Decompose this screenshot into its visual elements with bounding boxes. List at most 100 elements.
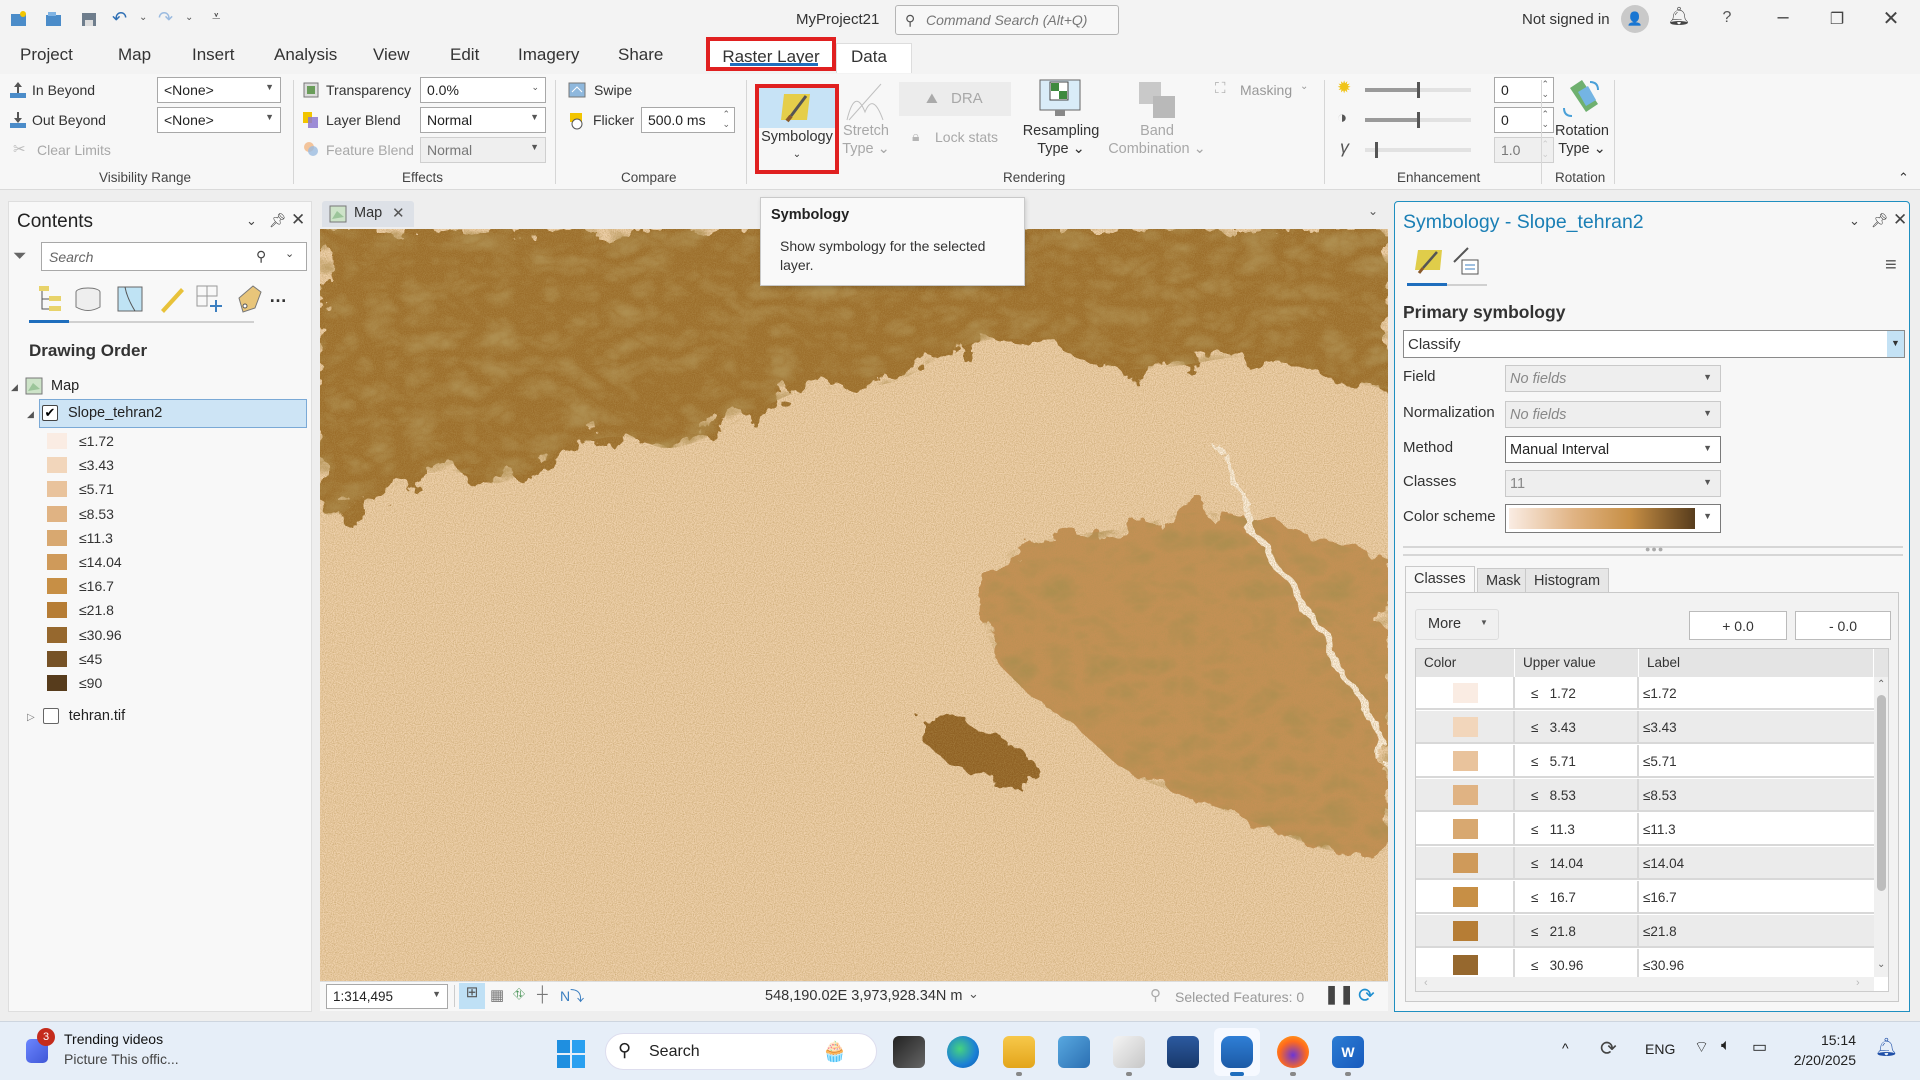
minimize-button[interactable]: – [1768,6,1798,29]
scroll-down-icon[interactable]: ⌄ [1877,959,1885,970]
list-by-snapping-icon[interactable] [195,284,225,314]
class-color-swatch[interactable] [1453,785,1478,805]
undo-icon[interactable]: ↶ [112,8,127,29]
gamma-slider[interactable] [1365,142,1471,158]
symbology-button[interactable]: Symbology ⌄ [755,84,839,174]
rotation-type-button[interactable]: Rotation Type ⌄ [1544,122,1620,158]
new-project-icon[interactable] [9,10,29,28]
method-combo[interactable]: Manual Interval ▼ [1505,436,1721,463]
swipe-button[interactable]: Swipe [594,82,632,98]
list-by-source-icon[interactable] [73,284,103,314]
feature-blend-combo[interactable]: Normal ▼ [420,137,546,163]
horizontal-scrollbar[interactable]: ‹ › [1416,977,1874,991]
hamburger-menu-icon[interactable]: ≡ [1885,254,1897,277]
legend-swatch[interactable] [47,505,67,522]
tab-classes[interactable]: Classes [1405,566,1475,593]
sign-in-status[interactable]: Not signed in [1522,11,1610,28]
contents-search-input[interactable]: Search ⚲ ⌄ [41,242,307,271]
class-label[interactable]: ≤3.43 [1639,711,1874,744]
class-label[interactable]: ≤5.71 [1639,745,1874,778]
legend-swatch[interactable] [47,457,67,474]
legend-swatch[interactable] [47,578,67,595]
user-avatar-icon[interactable]: 👤 [1621,5,1649,33]
class-row[interactable]: ≤ 16.7 ≤16.7 [1416,881,1874,914]
masking-button[interactable]: Masking [1240,82,1292,98]
tab-edit[interactable]: Edit [444,45,485,65]
class-color-cell[interactable] [1416,881,1515,914]
tab-map[interactable]: Map [112,45,157,65]
layer-blend-combo[interactable]: Normal ▼ [420,107,546,133]
class-upper-value[interactable]: ≤ 3.43 [1515,711,1639,744]
splitter-grip-icon[interactable]: ●●● [1645,544,1664,554]
class-color-cell[interactable] [1416,779,1515,812]
out-beyond-combo[interactable]: <None> ▼ [157,107,281,133]
scroll-left-icon[interactable]: ‹ [1424,977,1428,989]
brightness-input[interactable]: 0 ⌃ ⌄ [1494,77,1554,103]
out-beyond-label[interactable]: Out Beyond [32,112,106,128]
tab-histogram[interactable]: Histogram [1525,568,1610,593]
news-title[interactable]: Trending videos [64,1031,163,1047]
clock-date[interactable]: 2/20/2025 [1770,1052,1856,1068]
list-by-drawing-order-icon[interactable] [33,284,63,314]
flicker-rate-input[interactable]: 500.0 ms ⌃ ⌄ [641,107,735,133]
legend-swatch[interactable] [47,650,67,667]
collapse-triangle-icon[interactable]: ◢ [27,409,34,419]
north-arrow-icon[interactable]: N⤵ [560,986,584,1006]
open-project-icon[interactable] [44,10,64,28]
map-canvas[interactable] [320,229,1388,981]
in-beyond-combo[interactable]: <None> ▼ [157,77,281,103]
class-color-cell[interactable] [1416,949,1515,977]
filter-icon[interactable]: ⏷ [13,246,27,266]
spinner-icon[interactable]: ⌃ ⌄ [722,109,730,129]
collapse-ribbon-icon[interactable]: ⌃ [1898,170,1909,186]
legend-swatch[interactable] [47,481,67,498]
list-by-selection-icon[interactable] [115,284,145,314]
in-beyond-label[interactable]: In Beyond [32,82,95,98]
class-color-swatch[interactable] [1453,751,1478,771]
column-header-upper-value[interactable]: Upper value [1515,649,1639,677]
wifi-icon[interactable]: ⌔ [1694,1037,1709,1057]
tab-mask[interactable]: Mask [1477,568,1530,593]
scrollbar-thumb[interactable] [1877,695,1886,891]
pane-options-chevron-icon[interactable]: ⌄ [246,213,257,229]
redo-icon[interactable]: ↷ [158,8,173,29]
pin-icon[interactable]: 📌︎ [269,212,287,229]
vertical-scrollbar[interactable]: ⌃ ⌄ [1874,677,1888,977]
news-subtitle[interactable]: Picture This offic... [64,1051,179,1067]
fixed-zoom-icon[interactable]: ⊞ [459,983,485,1009]
firefox-icon[interactable] [1277,1036,1309,1068]
class-color-cell[interactable] [1416,915,1515,948]
file-explorer-icon[interactable] [1003,1036,1035,1068]
pin-icon[interactable]: 📌︎ [1871,212,1889,229]
tab-insert[interactable]: Insert [186,45,241,65]
input-language[interactable]: ENG [1645,1041,1675,1057]
sync-icon[interactable]: ⟳ [1600,1036,1617,1061]
stretch-type-button[interactable]: Stretch Type ⌄ [838,122,894,158]
class-label[interactable]: ≤21.8 [1639,915,1874,948]
taskbar-search-box[interactable]: ⚲ Search 🧁 [605,1033,877,1070]
word-icon[interactable]: W [1332,1036,1364,1068]
scroll-up-icon[interactable]: ⌃ [1877,679,1885,690]
tree-item-tehran-tif[interactable]: ▷ tehran.tif [27,708,125,725]
more-options-icon[interactable]: … [269,286,287,307]
class-color-cell[interactable] [1416,711,1515,744]
class-color-swatch[interactable] [1453,717,1478,737]
close-pane-icon[interactable]: ✕ [1893,210,1907,230]
tab-share[interactable]: Share [612,45,669,65]
chevron-down-icon[interactable]: ▼ [1887,331,1904,357]
class-label[interactable]: ≤11.3 [1639,813,1874,846]
refresh-icon[interactable]: ⟳ [1358,983,1375,1008]
tab-imagery[interactable]: Imagery [512,45,585,65]
class-label[interactable]: ≤14.04 [1639,847,1874,880]
tab-map-view[interactable]: Map ✕ [322,201,414,227]
list-by-editing-icon[interactable] [157,284,187,314]
legend-swatch[interactable] [47,433,67,449]
class-row[interactable]: ≤ 14.04 ≤14.04 [1416,847,1874,880]
class-color-cell[interactable] [1416,847,1515,880]
snipping-tool-icon[interactable] [1113,1036,1145,1068]
redo-dropdown-icon[interactable]: ⌄ [185,12,193,23]
class-label[interactable]: ≤8.53 [1639,779,1874,812]
class-color-swatch[interactable] [1453,683,1478,703]
save-project-icon[interactable] [79,10,99,28]
lock-stats-button[interactable]: Lock stats [935,129,998,145]
